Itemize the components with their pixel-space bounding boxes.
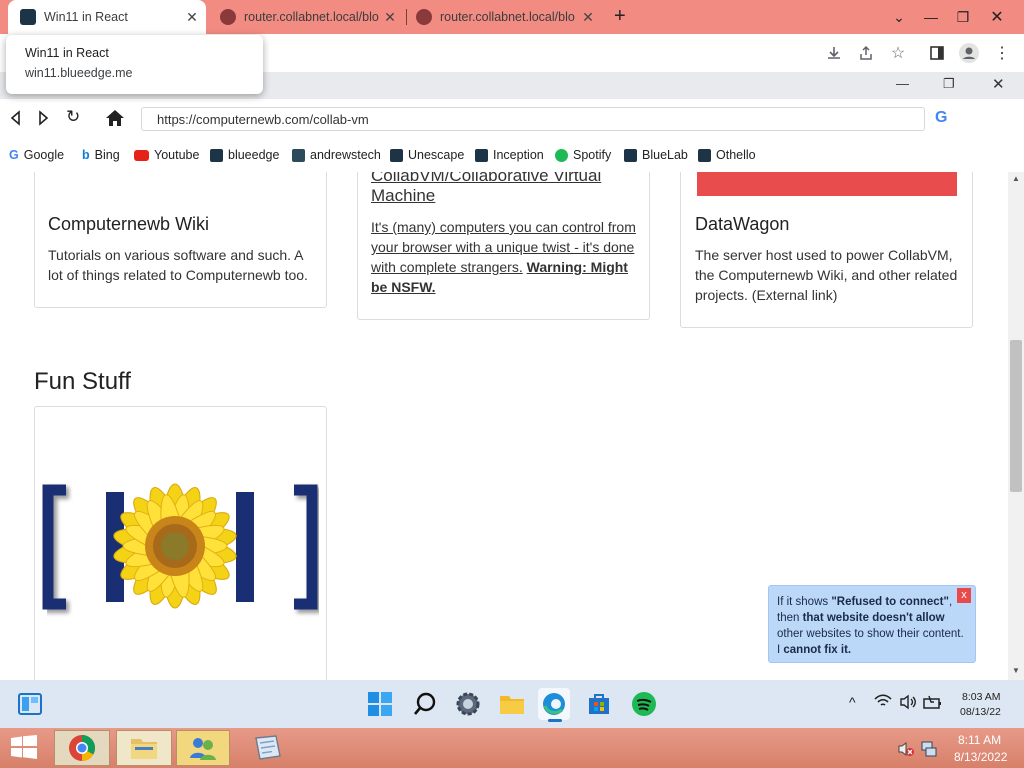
restore-icon[interactable]: ❐	[943, 76, 955, 92]
widgets-icon[interactable]	[14, 688, 46, 720]
settings-icon[interactable]	[452, 688, 484, 720]
site-icon	[292, 148, 305, 162]
section-title: Fun Stuff	[34, 368, 131, 395]
forward-icon[interactable]	[38, 110, 50, 131]
tooltip-title: Win11 in React	[25, 46, 109, 60]
chevron-down-icon[interactable]: ⌄	[882, 0, 916, 34]
react-icon	[624, 148, 637, 162]
card-title: Computernewb Wiki	[48, 214, 210, 234]
bookmark-google[interactable]: G Google	[9, 148, 64, 162]
volume-muted-icon[interactable]	[898, 741, 914, 762]
tooltip-url: win11.blueedge.me	[25, 66, 133, 80]
scroll-up-icon[interactable]: ▲	[1012, 174, 1020, 183]
host-clock-time[interactable]: 8:11 AM	[958, 733, 1001, 747]
profile-icon[interactable]	[958, 42, 980, 64]
globe-icon	[416, 9, 432, 25]
win11-clock-time[interactable]: 8:03 AM	[962, 691, 1001, 703]
restore-icon[interactable]: ❐	[946, 0, 980, 34]
reload-icon[interactable]: ↻	[66, 107, 80, 127]
home-icon[interactable]	[105, 109, 125, 132]
minimize-icon[interactable]: —	[896, 76, 909, 91]
chrome-taskbar-button[interactable]	[54, 730, 110, 766]
youtube-icon	[134, 149, 149, 161]
download-icon[interactable]	[823, 42, 845, 64]
bing-icon: b	[82, 148, 90, 162]
store-icon[interactable]	[583, 688, 615, 720]
active-app-indicator	[548, 719, 562, 722]
toast-close-button[interactable]: x	[957, 588, 971, 603]
google-icon: G	[9, 148, 19, 162]
scroll-thumb[interactable]	[1010, 340, 1022, 492]
minimize-icon[interactable]: —	[914, 0, 948, 34]
tab-router-2[interactable]: router.collabnet.local/blo ✕	[410, 0, 598, 34]
google-icon[interactable]: G	[935, 109, 947, 127]
react-icon	[210, 148, 223, 162]
datawagon-banner	[697, 172, 957, 196]
win11-clock-date[interactable]: 08/13/22	[960, 706, 1001, 718]
bookmark-andrewstech[interactable]: andrewstech	[292, 148, 381, 162]
tab-separator	[406, 9, 407, 25]
menu-icon[interactable]: ⋮	[991, 42, 1013, 64]
tab-label: Win11 in React	[44, 10, 128, 24]
bookmark-inception[interactable]: Inception	[475, 148, 544, 162]
react-icon	[20, 9, 36, 25]
tab-router-1[interactable]: router.collabnet.local/blo ✕	[214, 0, 400, 34]
react-icon	[475, 148, 488, 162]
address-bar[interactable]: https://computernewb.com/collab-vm	[141, 107, 925, 131]
react-icon	[698, 148, 711, 162]
card-text: Tutorials on various software and such. …	[48, 247, 308, 283]
close-window-icon[interactable]: ✕	[992, 75, 1005, 93]
bookmark-bluelab[interactable]: BlueLab	[624, 148, 688, 162]
star-icon[interactable]: ☆	[887, 42, 909, 64]
new-tab-button[interactable]: +	[614, 5, 626, 28]
card-text[interactable]: It's (many) computers you can control fr…	[371, 217, 641, 297]
bookmark-youtube[interactable]: Youtube	[134, 148, 199, 162]
notepad-taskbar-icon[interactable]	[250, 734, 284, 767]
volume-icon[interactable]	[899, 694, 917, 715]
bookmark-blueedge[interactable]: blueedge	[210, 148, 279, 162]
windows-start-icon[interactable]	[10, 735, 38, 764]
host-clock-date[interactable]: 8/13/2022	[954, 750, 1007, 764]
close-icon[interactable]: ✕	[184, 9, 200, 26]
card-title[interactable]: CollabVM/Collaborative Virtual Machine	[371, 172, 641, 206]
close-icon[interactable]: ✕	[580, 9, 596, 26]
chevron-up-icon[interactable]: ^	[849, 694, 856, 710]
start-icon[interactable]	[364, 688, 396, 720]
spotify-icon[interactable]	[628, 688, 660, 720]
back-icon[interactable]	[9, 110, 21, 131]
search-icon[interactable]	[409, 688, 441, 720]
card-title: DataWagon	[695, 214, 790, 234]
card-wiki[interactable]	[34, 172, 327, 308]
react-icon	[390, 148, 403, 162]
tab-tooltip: Win11 in React win11.blueedge.me	[6, 35, 263, 94]
network-icon[interactable]	[920, 740, 938, 763]
scroll-down-icon[interactable]: ▼	[1012, 666, 1020, 675]
notice-toast: If it shows "Refused to connect", then t…	[768, 585, 976, 663]
card-text: The server host used to power CollabVM, …	[695, 247, 958, 303]
sidepanel-icon[interactable]	[926, 42, 948, 64]
spotify-icon	[555, 148, 568, 162]
sunflower-logo-image	[40, 434, 321, 624]
file-explorer-icon[interactable]	[496, 688, 528, 720]
share-icon[interactable]	[855, 42, 877, 64]
bookmark-unescape[interactable]: Unescape	[390, 148, 464, 162]
explorer-taskbar-button[interactable]	[116, 730, 172, 766]
bookmark-bing[interactable]: b Bing	[82, 148, 120, 162]
globe-icon	[220, 9, 236, 25]
tab-win11[interactable]: Win11 in React ✕	[8, 0, 206, 34]
users-taskbar-button[interactable]	[176, 730, 230, 766]
wifi-icon[interactable]	[874, 694, 892, 713]
bookmark-othello[interactable]: Othello	[698, 148, 756, 162]
battery-icon[interactable]	[923, 694, 943, 715]
bookmark-spotify[interactable]: Spotify	[555, 148, 611, 162]
edge-icon[interactable]	[538, 688, 570, 720]
outer-tab-bar: Win11 in React ✕ router.collabnet.local/…	[0, 0, 1024, 34]
close-icon[interactable]: ✕	[382, 9, 398, 26]
tab-label: router.collabnet.local/blo	[440, 10, 575, 24]
bookmarks-bar: G Google b Bing Youtube blueedge andrewste…	[0, 139, 1024, 172]
close-window-icon[interactable]: ✕	[980, 0, 1014, 34]
tab-label: router.collabnet.local/blo	[244, 10, 379, 24]
